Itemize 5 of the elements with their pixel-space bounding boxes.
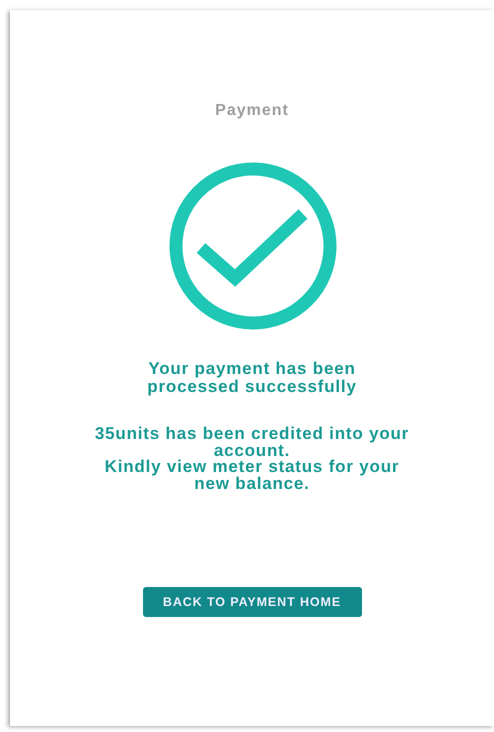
detail-text: 35units has been credited into your account. (94, 426, 410, 459)
page-title: Payment (215, 102, 289, 120)
detail-text: Kindly view meter status for your new balance. (104, 459, 400, 492)
success-message: Your payment has been processed successfully (146, 360, 358, 396)
back-button[interactable]: BACK TO PAYMENT HOME (142, 587, 362, 617)
